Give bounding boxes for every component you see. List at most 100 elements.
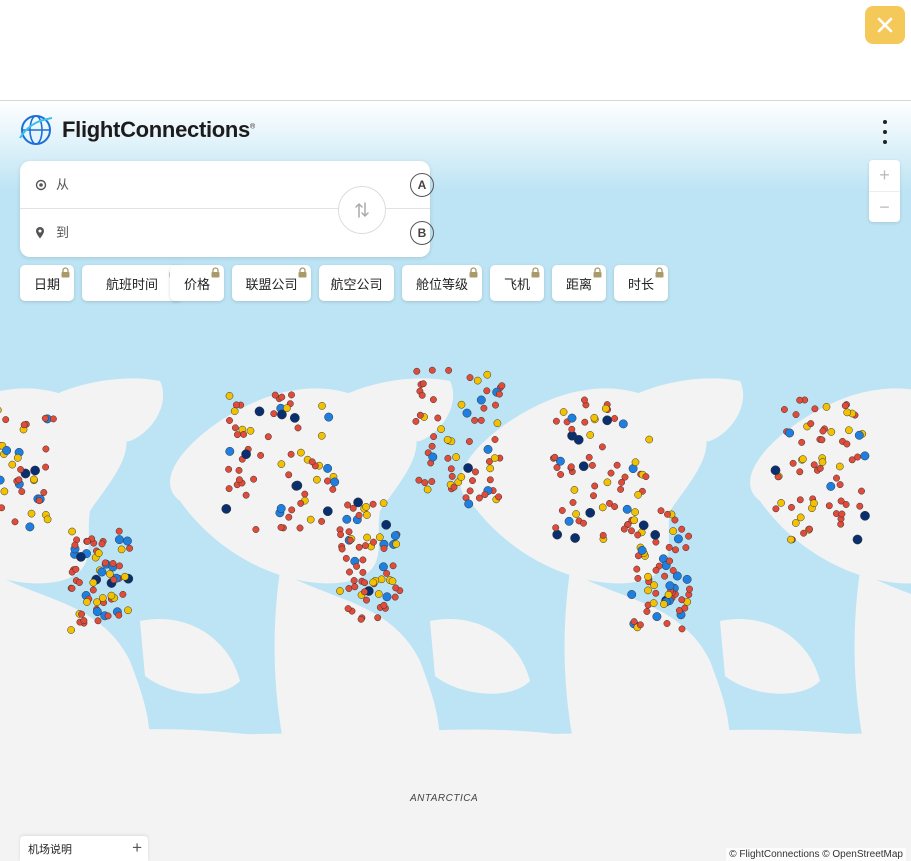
airport-marker[interactable] bbox=[344, 501, 352, 509]
airport-marker[interactable] bbox=[390, 531, 400, 541]
airport-marker[interactable] bbox=[650, 581, 658, 590]
airport-marker[interactable] bbox=[41, 414, 49, 422]
airport-marker[interactable] bbox=[443, 435, 452, 444]
airport-marker[interactable] bbox=[49, 415, 57, 423]
logo-globe-icon[interactable] bbox=[18, 112, 54, 148]
airport-marker[interactable] bbox=[622, 504, 632, 514]
airport-marker[interactable] bbox=[353, 562, 361, 570]
airport-marker[interactable] bbox=[791, 519, 800, 527]
airport-marker[interactable] bbox=[428, 366, 436, 374]
airport-marker[interactable] bbox=[349, 504, 357, 512]
airport-marker[interactable] bbox=[254, 406, 265, 417]
to-input[interactable] bbox=[54, 219, 338, 247]
airport-marker[interactable] bbox=[569, 499, 577, 506]
filter-date[interactable]: 日期 bbox=[20, 265, 74, 301]
filter-price[interactable]: 价格 bbox=[170, 265, 224, 301]
airport-marker[interactable] bbox=[89, 578, 98, 587]
airport-marker[interactable] bbox=[818, 458, 827, 466]
airport-marker[interactable] bbox=[613, 461, 621, 469]
airport-marker[interactable] bbox=[322, 506, 333, 517]
airport-marker[interactable] bbox=[833, 474, 840, 482]
airport-marker[interactable] bbox=[810, 461, 818, 469]
airport-marker[interactable] bbox=[363, 596, 370, 604]
airport-marker[interactable] bbox=[421, 479, 429, 487]
airport-marker[interactable] bbox=[430, 433, 438, 441]
airport-marker[interactable] bbox=[457, 473, 466, 481]
airport-marker[interactable] bbox=[787, 535, 795, 544]
airport-marker[interactable] bbox=[585, 507, 596, 518]
airport-marker[interactable] bbox=[380, 601, 388, 609]
airport-marker[interactable] bbox=[826, 481, 836, 491]
airport-marker[interactable] bbox=[374, 590, 383, 598]
airport-marker[interactable] bbox=[493, 419, 502, 428]
airport-marker[interactable] bbox=[301, 490, 309, 498]
airport-marker[interactable] bbox=[375, 533, 384, 542]
airport-marker[interactable] bbox=[843, 440, 851, 448]
airport-marker[interactable] bbox=[807, 420, 815, 428]
airport-marker[interactable] bbox=[359, 556, 367, 564]
airport-marker[interactable] bbox=[660, 600, 668, 608]
airport-marker[interactable] bbox=[643, 608, 651, 615]
airport-marker[interactable] bbox=[98, 540, 106, 548]
airport-marker[interactable] bbox=[457, 400, 466, 409]
airport-marker[interactable] bbox=[115, 611, 123, 619]
airport-marker[interactable] bbox=[297, 448, 305, 457]
airport-marker[interactable] bbox=[644, 572, 652, 581]
filter-cabin-class[interactable]: 舱位等级 bbox=[402, 265, 482, 301]
airport-marker[interactable] bbox=[370, 538, 377, 546]
airport-marker[interactable] bbox=[231, 424, 239, 432]
airport-marker[interactable] bbox=[585, 453, 593, 461]
airport-marker[interactable] bbox=[796, 496, 804, 504]
airport-marker[interactable] bbox=[772, 505, 780, 513]
airport-marker[interactable] bbox=[827, 428, 836, 436]
airport-marker[interactable] bbox=[649, 599, 658, 607]
airport-marker[interactable] bbox=[388, 577, 397, 586]
airport-marker[interactable] bbox=[464, 499, 474, 509]
airport-marker[interactable] bbox=[68, 584, 76, 592]
filter-flight-time[interactable]: 航班时间 bbox=[82, 265, 182, 301]
airport-marker[interactable] bbox=[852, 534, 863, 545]
zoom-out-button[interactable]: − bbox=[869, 192, 900, 223]
airport-marker[interactable] bbox=[114, 535, 124, 545]
airport-marker[interactable] bbox=[89, 586, 97, 594]
airport-marker[interactable] bbox=[429, 396, 437, 404]
airport-marker[interactable] bbox=[611, 503, 619, 511]
airport-marker[interactable] bbox=[330, 477, 340, 487]
airport-marker[interactable] bbox=[796, 396, 804, 404]
airport-marker[interactable] bbox=[294, 424, 302, 432]
airport-marker[interactable] bbox=[233, 431, 241, 439]
airport-marker[interactable] bbox=[42, 463, 50, 471]
airport-marker[interactable] bbox=[634, 490, 642, 499]
airport-marker[interactable] bbox=[101, 559, 109, 567]
airport-marker[interactable] bbox=[841, 402, 849, 410]
airport-marker[interactable] bbox=[346, 536, 354, 544]
airport-marker[interactable] bbox=[277, 460, 286, 468]
airport-marker[interactable] bbox=[225, 485, 233, 493]
airport-marker[interactable] bbox=[355, 511, 363, 519]
airport-marker[interactable] bbox=[558, 507, 566, 514]
swap-button[interactable] bbox=[338, 186, 386, 234]
airport-marker[interactable] bbox=[799, 455, 807, 463]
airport-marker[interactable] bbox=[486, 464, 495, 473]
airport-marker[interactable] bbox=[567, 413, 577, 423]
airport-marker[interactable] bbox=[837, 497, 845, 505]
airport-marker[interactable] bbox=[363, 533, 371, 542]
airport-marker[interactable] bbox=[285, 513, 293, 521]
airport-marker[interactable] bbox=[798, 438, 806, 446]
airport-marker[interactable] bbox=[858, 487, 865, 495]
airport-marker[interactable] bbox=[557, 471, 565, 478]
airport-marker[interactable] bbox=[92, 607, 102, 617]
airport-marker[interactable] bbox=[323, 463, 333, 473]
airport-marker[interactable] bbox=[645, 435, 654, 444]
airport-marker[interactable] bbox=[8, 460, 17, 469]
airport-marker[interactable] bbox=[35, 497, 43, 505]
airport-marker[interactable] bbox=[415, 476, 423, 484]
airport-marker[interactable] bbox=[843, 408, 852, 417]
airport-marker[interactable] bbox=[445, 366, 453, 374]
airport-marker[interactable] bbox=[452, 453, 460, 461]
airport-marker[interactable] bbox=[362, 503, 370, 511]
airport-marker[interactable] bbox=[631, 508, 639, 516]
airport-marker[interactable] bbox=[780, 406, 788, 413]
airport-marker[interactable] bbox=[472, 468, 479, 476]
airport-marker[interactable] bbox=[621, 473, 629, 481]
